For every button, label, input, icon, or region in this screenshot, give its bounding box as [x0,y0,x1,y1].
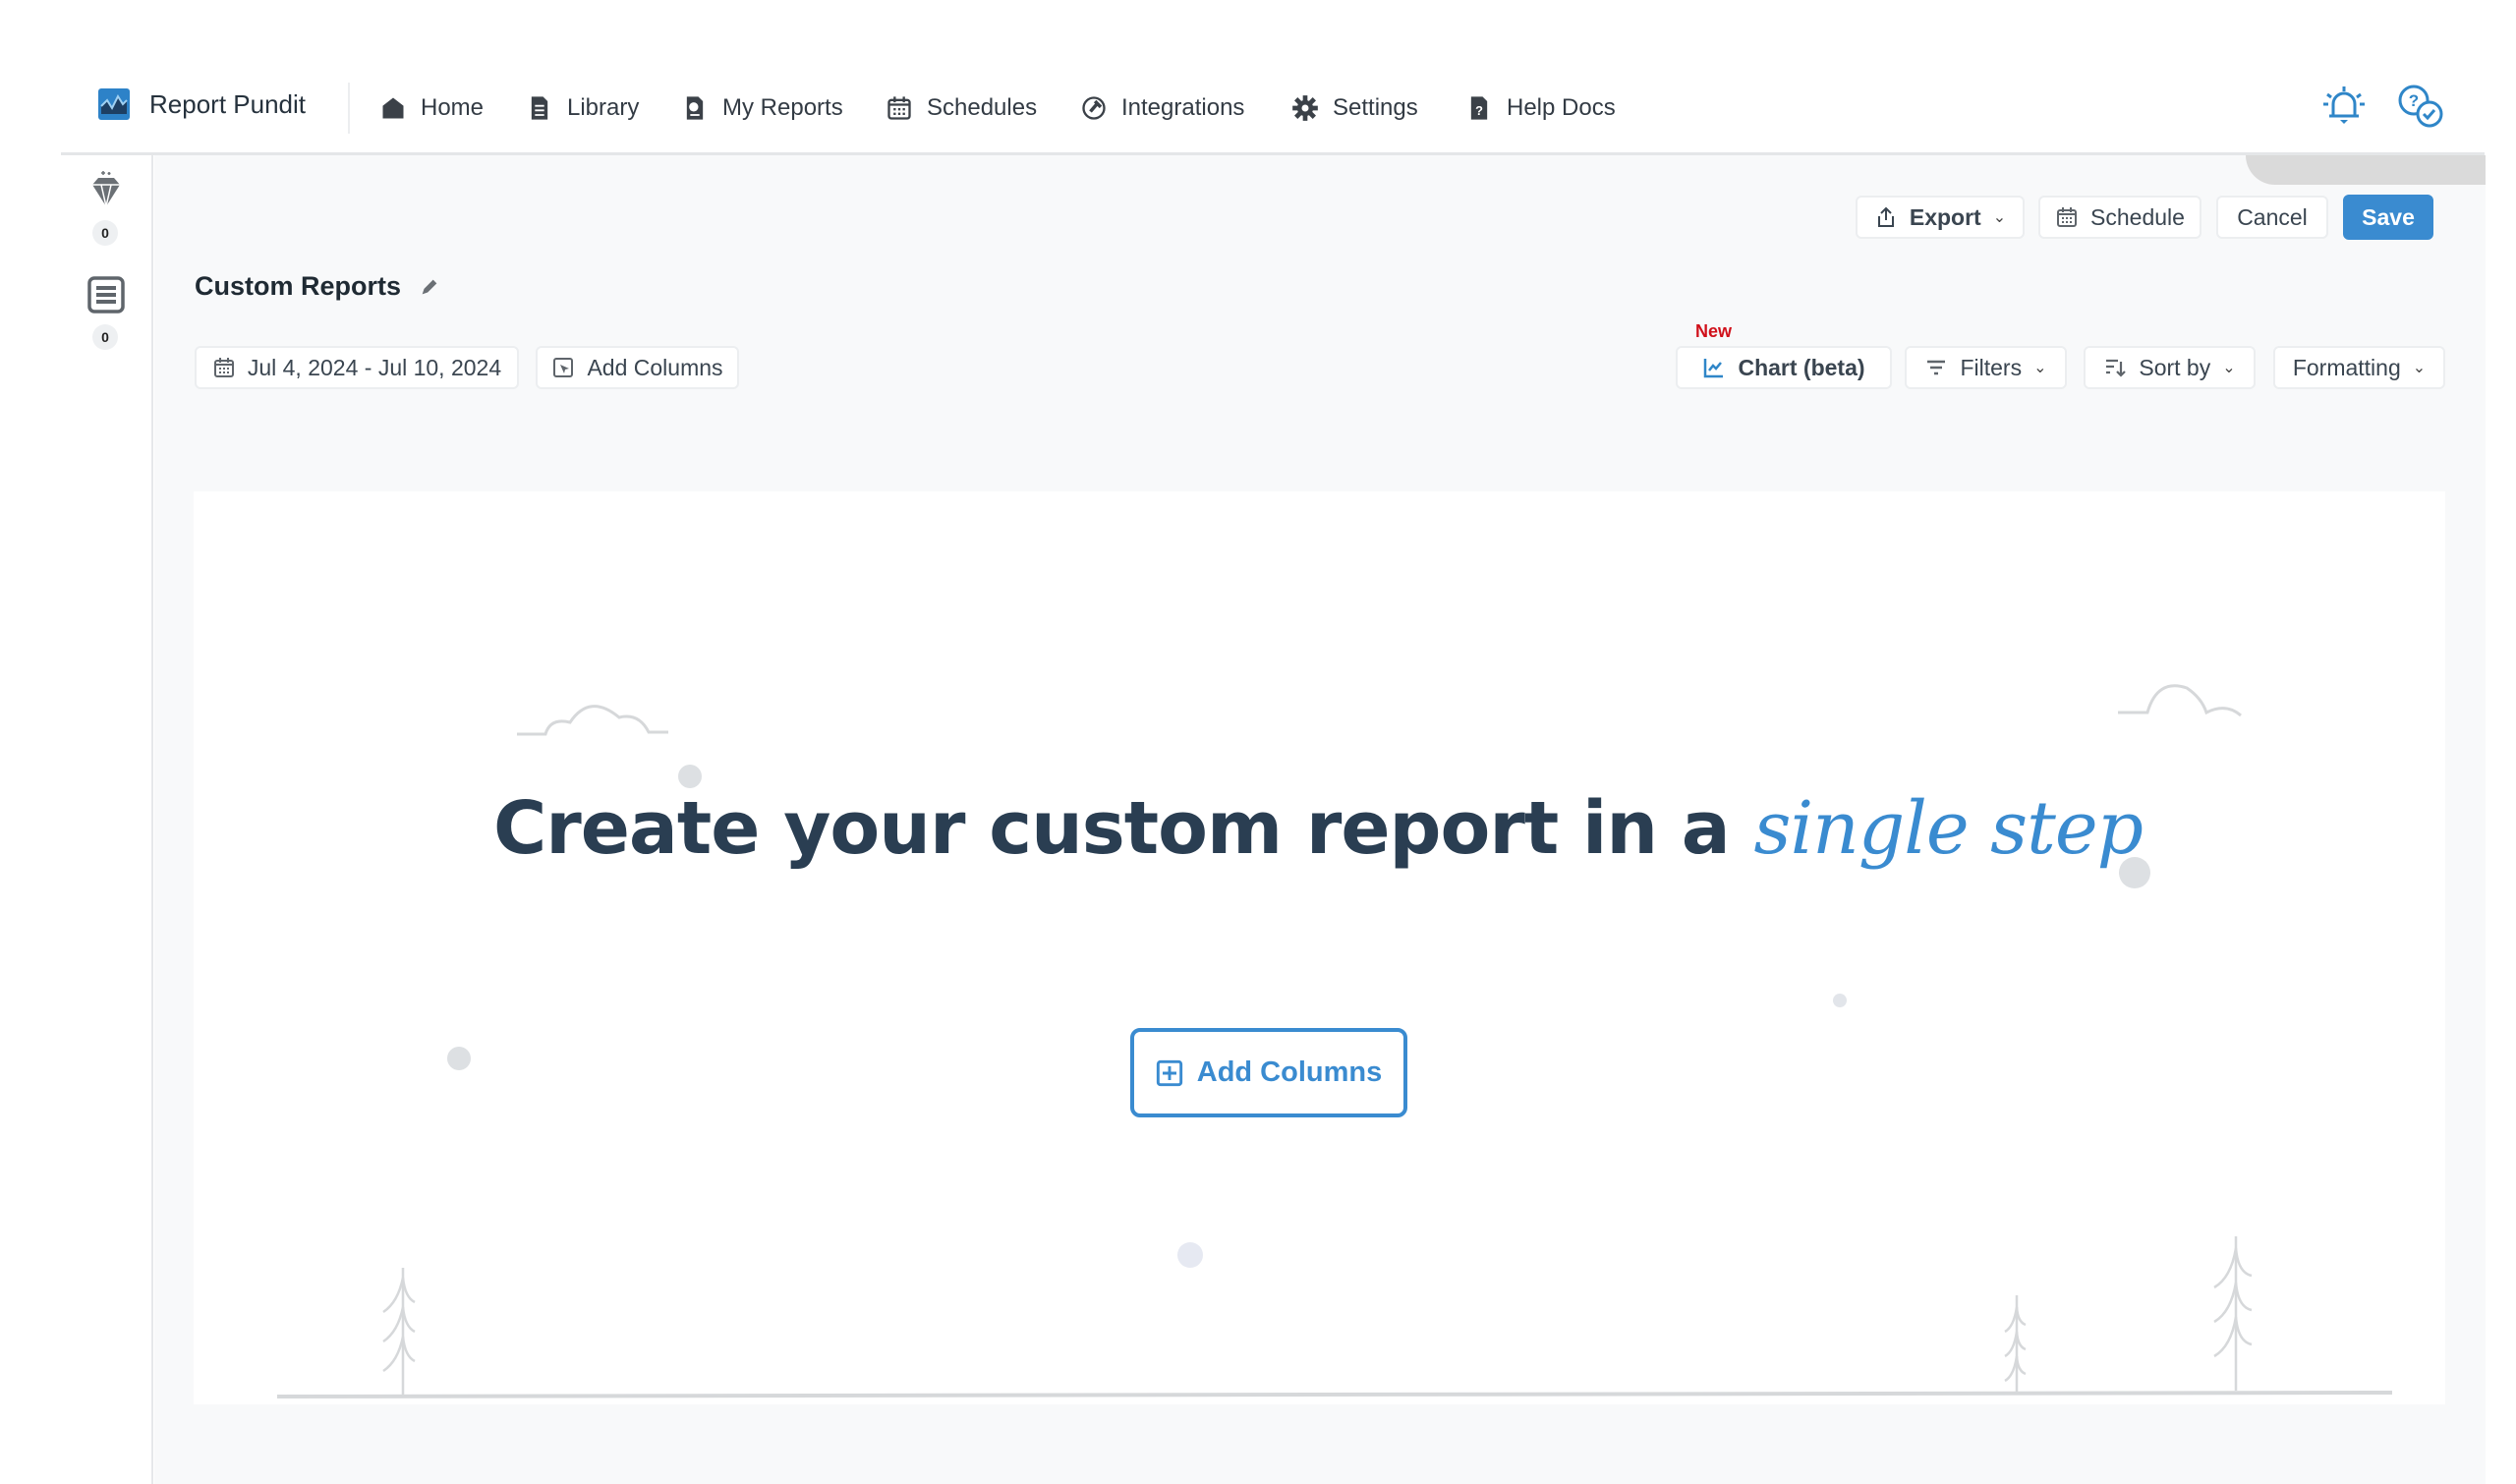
dot [1177,1242,1203,1268]
cloud-icon [517,705,668,736]
plus-square-icon [1156,1059,1182,1086]
headline-text: Create your custom report in a [492,786,1754,871]
decorative-illustration [276,684,2393,1398]
add-columns-cta-label: Add Columns [1196,1056,1383,1088]
tree-icon [382,1268,416,1397]
dot [447,1047,471,1070]
tree-icon [2004,1295,2027,1392]
headline-accent: single step [1753,786,2144,871]
tree-icon [2213,1236,2253,1391]
empty-state-headline: Create your custom report in a single st… [0,786,2516,871]
add-columns-cta-button[interactable]: Add Columns [1130,1028,1407,1117]
dot [678,765,702,788]
dot [1833,994,1847,1007]
cloud-icon [2118,684,2242,717]
